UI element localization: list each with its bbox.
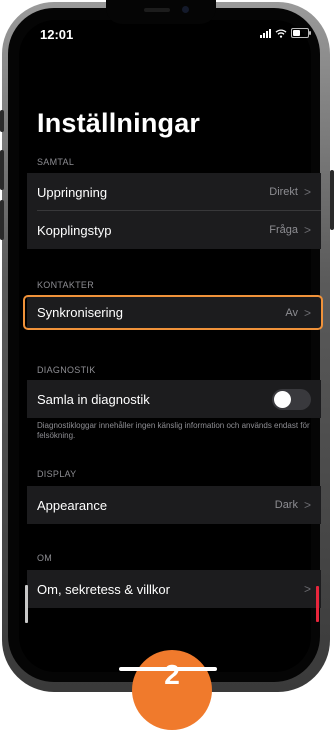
- home-indicator[interactable]: [119, 667, 217, 671]
- about-privacy-terms-row[interactable]: Om, sekretess & villkor >: [27, 570, 321, 608]
- status-icons: [260, 28, 311, 38]
- scroll-indicator-left: [25, 585, 28, 623]
- chevron-right-icon: >: [303, 185, 311, 199]
- row-value: Direkt: [269, 186, 298, 198]
- row-label: Appearance: [37, 497, 108, 513]
- battery-icon: [291, 28, 311, 38]
- diagnostics-footer-note: Diagnostikloggar innehåller ingen känsli…: [37, 421, 310, 440]
- toggle-knob: [274, 390, 291, 408]
- scroll-indicator-right: [316, 586, 319, 622]
- chevron-right-icon: >: [303, 498, 311, 512]
- volume-up-button: [0, 150, 4, 190]
- notch: [106, 0, 216, 24]
- section-header-contacts: KONTAKTER: [37, 280, 95, 290]
- section-header-about: OM: [37, 553, 53, 563]
- row-label: Samla in diagnostik: [37, 391, 150, 407]
- section-header-call: SAMTAL: [37, 157, 75, 167]
- collect-diagnostics-row: Samla in diagnostik: [27, 380, 321, 418]
- appearance-row[interactable]: Appearance Dark >: [27, 486, 321, 524]
- chevron-right-icon: >: [303, 582, 311, 596]
- section-header-diagnostics: DIAGNOSTIK: [37, 365, 96, 375]
- section-header-display: DISPLAY: [37, 469, 77, 479]
- page-title: Inställningar: [37, 108, 201, 138]
- signal-icon: [260, 28, 271, 38]
- volume-down-button: [0, 200, 4, 240]
- silent-switch: [0, 110, 4, 132]
- diagnostics-toggle[interactable]: [272, 388, 311, 410]
- row-label: Om, sekretess & villkor: [37, 581, 170, 597]
- row-label: Kopplingstyp: [37, 222, 112, 238]
- dialing-row[interactable]: Uppringning Direkt >: [27, 173, 321, 211]
- connection-type-row[interactable]: Kopplingstyp Fråga >: [27, 211, 321, 249]
- status-time: 12:01: [40, 27, 74, 42]
- wifi-icon: [275, 28, 287, 38]
- step-badge: 2: [132, 650, 212, 730]
- power-button: [330, 170, 334, 230]
- front-camera: [182, 6, 189, 13]
- speaker-grille: [144, 8, 170, 12]
- chevron-right-icon: >: [303, 223, 311, 237]
- highlight-outline: [23, 295, 323, 330]
- row-value: Fråga: [269, 224, 298, 236]
- row-label: Uppringning: [37, 184, 108, 200]
- row-value: Dark: [274, 499, 298, 511]
